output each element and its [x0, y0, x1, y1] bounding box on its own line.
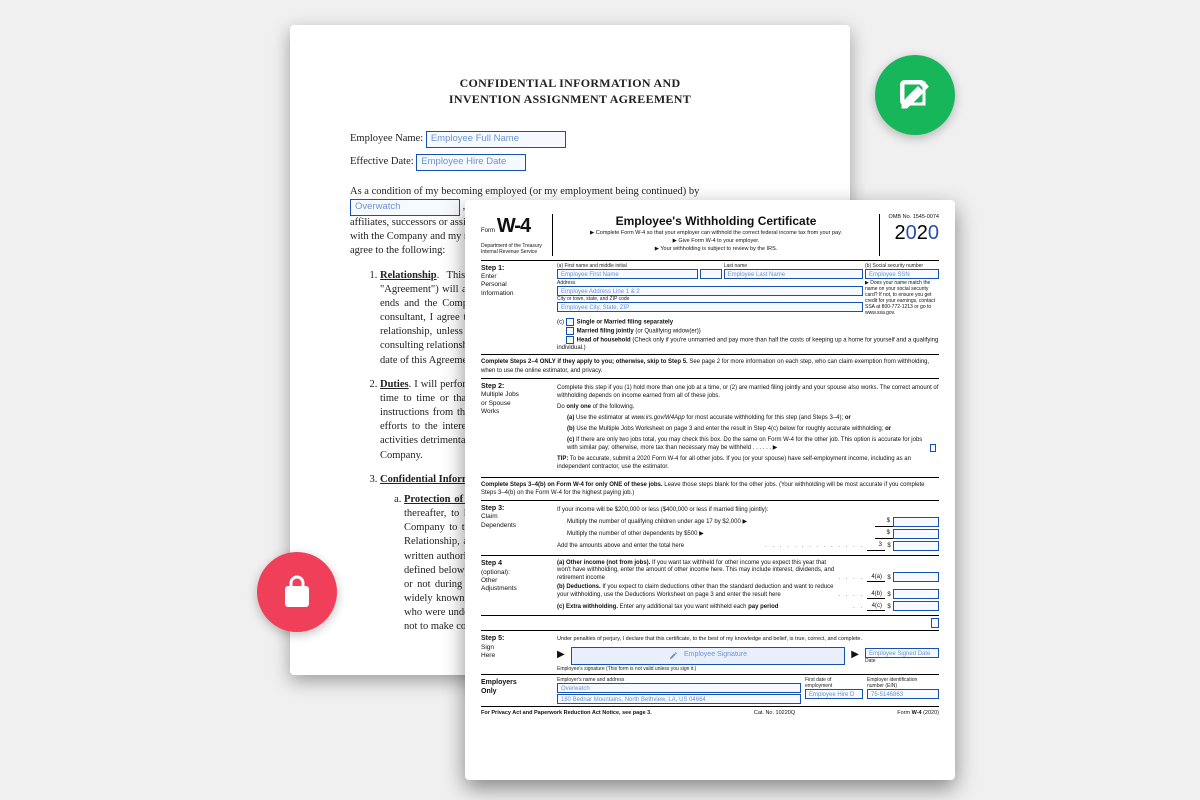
sign-date-field[interactable]: Employee Signed Date	[865, 648, 939, 658]
employee-name-row: Employee Name: Employee Full Name	[350, 131, 790, 148]
lock-badge	[257, 552, 337, 632]
w4-step3: Step 3:ClaimDependents If your income wi…	[481, 500, 939, 556]
step4a-field[interactable]	[893, 572, 939, 582]
edit-badge	[875, 55, 955, 135]
address-field[interactable]: Employee Address Line 1 & 2	[557, 286, 863, 296]
employer-name-field[interactable]: Overwatch	[557, 683, 801, 693]
employee-name-field[interactable]: Employee Full Name	[426, 131, 566, 148]
ein-field[interactable]: 75-5146863	[867, 689, 939, 699]
note-steps-3-4: Complete Steps 3–4(b) on Form W-4 for on…	[481, 481, 939, 497]
w4-step1: Step 1:EnterPersonalInformation (a) Firs…	[481, 261, 939, 356]
doc-title: CONFIDENTIAL INFORMATION AND INVENTION A…	[350, 75, 790, 107]
edit-icon	[897, 77, 933, 113]
lock-icon	[279, 574, 315, 610]
filing-single-checkbox[interactable]	[566, 318, 574, 326]
note-steps-2-4: Complete Steps 2–4 ONLY if they apply to…	[481, 358, 939, 374]
first-name-field[interactable]: Employee First Name	[557, 269, 698, 279]
w4-year: 2020	[884, 221, 939, 246]
dept-label: Department of the Treasury Internal Reve…	[481, 243, 548, 256]
w4-header: Form W-4 Department of the Treasury Inte…	[481, 214, 939, 261]
signature-field[interactable]: Employee Signature	[571, 647, 846, 665]
effective-date-row: Effective Date: Employee Hire Date	[350, 154, 790, 171]
step4b-field[interactable]	[893, 589, 939, 599]
filing-hoh-checkbox[interactable]	[566, 336, 574, 344]
pencil-icon	[669, 651, 678, 660]
w4-step2: Step 2:Multiple Jobsor SpouseWorks Compl…	[481, 378, 939, 478]
step4c-field[interactable]	[893, 601, 939, 611]
effective-date-field[interactable]: Employee Hire Date	[416, 154, 526, 171]
city-field[interactable]: Employee City, State, ZIP	[557, 302, 863, 312]
grand-total-field[interactable]	[931, 618, 939, 628]
employer-addr-field[interactable]: 180 Bednar Mountains, North Bethview, LA…	[557, 694, 801, 704]
first-date-field[interactable]: Employee Hire D	[805, 689, 863, 699]
w4-form-doc: Form W-4 Department of the Treasury Inte…	[465, 200, 955, 780]
filing-married-checkbox[interactable]	[566, 327, 574, 335]
company-field[interactable]: Overwatch	[350, 199, 460, 216]
w4-step5: Step 5:SignHere Under penalties of perju…	[481, 630, 939, 675]
w4-title: Employee's Withholding Certificate	[559, 214, 873, 229]
ssn-field[interactable]: Employee SSN	[865, 269, 939, 279]
w4-employers: EmployersOnly Employer's name and addres…	[481, 675, 939, 707]
mi-field[interactable]	[700, 269, 722, 279]
w4-step4: Step 4(optional):OtherAdjustments (a) Ot…	[481, 556, 939, 617]
w4-footer: For Privacy Act and Paperwork Reduction …	[481, 707, 939, 717]
step2c-checkbox[interactable]	[930, 444, 936, 452]
step3-total-field[interactable]	[893, 541, 939, 551]
last-name-field[interactable]: Employee Last Name	[724, 269, 863, 279]
ssa-note: ▶ Does your name match the name on your …	[865, 280, 939, 316]
step3-children-field[interactable]	[893, 517, 939, 527]
step3-other-dep-field[interactable]	[893, 529, 939, 539]
